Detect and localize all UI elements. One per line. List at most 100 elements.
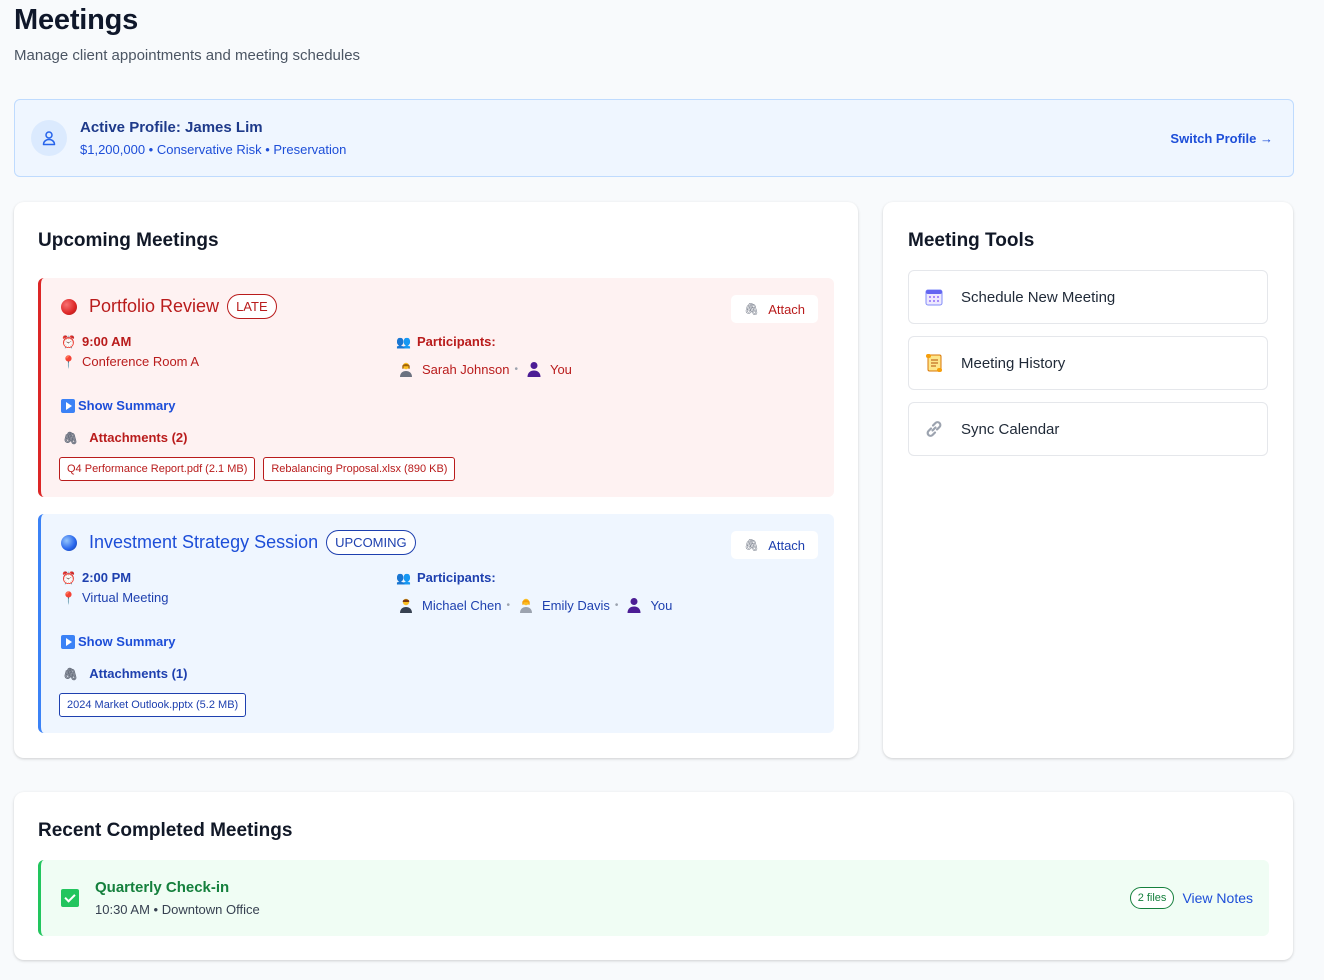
attachments-count: Attachments (2): [89, 430, 188, 445]
alarm-clock-icon: ⏰: [61, 570, 76, 585]
red-circle-icon: [61, 298, 77, 315]
checkmark-icon: [61, 889, 79, 907]
participant-name: You: [650, 597, 673, 613]
meeting-location-value: Virtual Meeting: [82, 590, 169, 605]
show-summary-button[interactable]: Show Summary: [61, 398, 176, 413]
show-summary-button[interactable]: Show Summary: [61, 634, 176, 649]
attach-label: Attach: [768, 537, 806, 553]
meeting-card-investment-strategy: Investment Strategy Session UPCOMING 🖇 A…: [38, 514, 834, 733]
attachment-list: 2024 Market Outlook.pptx (5.2 MB): [59, 693, 247, 717]
participants-label-text: Participants:: [417, 570, 496, 585]
people-icon: 👥: [396, 334, 411, 349]
blue-circle-icon: [61, 534, 77, 551]
meeting-location-value: Conference Room A: [82, 354, 200, 369]
upcoming-meetings-title: Upcoming Meetings: [38, 230, 219, 251]
user-icon: [31, 120, 67, 156]
meeting-time: ⏰ 2:00 PM: [61, 570, 131, 585]
status-badge: LATE: [227, 294, 277, 319]
active-profile-banner: Active Profile: James Lim $1,200,000 • C…: [14, 99, 1294, 177]
participants-list: Michael Chen • Emily Davis • You: [398, 597, 672, 613]
meeting-header: Investment Strategy Session UPCOMING: [61, 530, 416, 555]
completed-meeting-subtitle: 10:30 AM • Downtown Office: [95, 902, 260, 917]
pin-icon: 📍: [61, 590, 76, 605]
meeting-title[interactable]: Portfolio Review: [89, 296, 219, 317]
participant: Sarah Johnson: [398, 361, 509, 377]
paperclip-icon: 🖇: [63, 666, 79, 681]
attach-label: Attach: [768, 301, 806, 317]
meeting-location: 📍 Conference Room A: [61, 354, 199, 369]
attachment-file[interactable]: Q4 Performance Report.pdf (2.1 MB): [59, 457, 256, 481]
meeting-location: 📍 Virtual Meeting: [61, 590, 168, 605]
meeting-tools-card: Meeting Tools Schedule New Meeting Meeti…: [883, 202, 1293, 758]
profile-name: Active Profile: James Lim: [80, 119, 263, 136]
paperclip-icon: 🖇: [743, 538, 760, 552]
paperclip-icon: 🖇: [743, 302, 760, 316]
recent-completed-meetings-card: Recent Completed Meetings Quarterly Chec…: [14, 792, 1293, 960]
attach-button[interactable]: 🖇 Attach: [731, 531, 818, 559]
meetings-page: Meetings Manage client appointments and …: [14, 0, 1294, 960]
tool-label: Meeting History: [961, 354, 1066, 372]
completed-meeting-text: Quarterly Check-in 10:30 AM • Downtown O…: [95, 879, 260, 917]
participant-name: Sarah Johnson: [422, 361, 510, 377]
participant-name: You: [549, 361, 572, 377]
participants-label: 👥 Participants:: [396, 570, 496, 585]
profile-text: Active Profile: James Lim $1,200,000 • C…: [80, 119, 346, 157]
meeting-time-value: 2:00 PM: [82, 570, 132, 585]
switch-profile-link[interactable]: Switch Profile →: [1170, 131, 1273, 146]
tool-label: Sync Calendar: [961, 420, 1060, 438]
separator-dot: •: [506, 599, 511, 611]
schedule-new-meeting-button[interactable]: Schedule New Meeting: [908, 270, 1268, 324]
meeting-history-button[interactable]: Meeting History: [908, 336, 1268, 390]
pin-icon: 📍: [61, 354, 76, 369]
participant: Emily Davis: [518, 597, 610, 613]
profile-details: $1,200,000 • Conservative Risk • Preserv…: [80, 142, 347, 157]
completed-meeting-title: Quarterly Check-in: [95, 879, 230, 896]
completed-meeting-actions: 2 files View Notes: [1129, 887, 1253, 909]
meeting-time: ⏰ 9:00 AM: [61, 334, 131, 349]
attachment-file[interactable]: 2024 Market Outlook.pptx (5.2 MB): [59, 693, 247, 717]
participant: Michael Chen: [398, 597, 502, 613]
completed-meeting-item: Quarterly Check-in 10:30 AM • Downtown O…: [38, 860, 1269, 936]
participants-list: Sarah Johnson • You: [398, 361, 572, 377]
man-icon: [400, 598, 412, 613]
upcoming-meetings-card: Upcoming Meetings Portfolio Review LATE …: [14, 202, 858, 758]
page-subtitle: Manage client appointments and meeting s…: [14, 47, 361, 64]
play-icon: [61, 398, 75, 413]
participants-label-text: Participants:: [417, 334, 496, 349]
paperclip-icon: 🖇: [63, 430, 79, 445]
meeting-time-value: 9:00 AM: [82, 334, 132, 349]
play-icon: [61, 634, 75, 649]
completed-meetings-title: Recent Completed Meetings: [38, 820, 293, 841]
meeting-header: Portfolio Review LATE: [61, 294, 277, 319]
link-icon: [923, 418, 945, 440]
alarm-clock-icon: ⏰: [61, 334, 76, 349]
show-summary-label: Show Summary: [78, 634, 176, 649]
attach-button[interactable]: 🖇 Attach: [731, 295, 818, 323]
attachment-file[interactable]: Rebalancing Proposal.xlsx (890 KB): [263, 457, 456, 481]
woman-icon: [400, 362, 412, 377]
meeting-tools-title: Meeting Tools: [908, 230, 1035, 251]
people-icon: 👥: [396, 570, 411, 585]
calendar-icon: [923, 286, 945, 308]
show-summary-label: Show Summary: [78, 398, 176, 413]
person-silhouette-icon: [627, 598, 641, 613]
view-notes-link[interactable]: View Notes: [1182, 890, 1253, 906]
woman-icon: [520, 598, 533, 613]
meeting-card-portfolio-review: Portfolio Review LATE 🖇 Attach ⏰ 9:00 AM…: [38, 278, 834, 497]
participant-name: Emily Davis: [542, 597, 610, 613]
participant-name: Michael Chen: [422, 597, 502, 613]
participant: You: [626, 597, 672, 613]
participant: You: [526, 361, 572, 377]
attachment-list: Q4 Performance Report.pdf (2.1 MB) Rebal…: [59, 457, 456, 481]
sync-calendar-button[interactable]: Sync Calendar: [908, 402, 1268, 456]
status-badge: UPCOMING: [326, 530, 416, 555]
attachments-heading: 🖇 Attachments (2): [61, 430, 187, 445]
scroll-icon: [923, 352, 945, 374]
person-silhouette-icon: [527, 362, 541, 377]
participants-label: 👥 Participants:: [396, 334, 496, 349]
attachments-heading: 🖇 Attachments (1): [61, 666, 187, 681]
separator-dot: •: [614, 599, 619, 611]
meeting-title[interactable]: Investment Strategy Session: [89, 532, 318, 553]
separator-dot: •: [514, 363, 518, 375]
files-count-badge: 2 files: [1129, 887, 1175, 909]
